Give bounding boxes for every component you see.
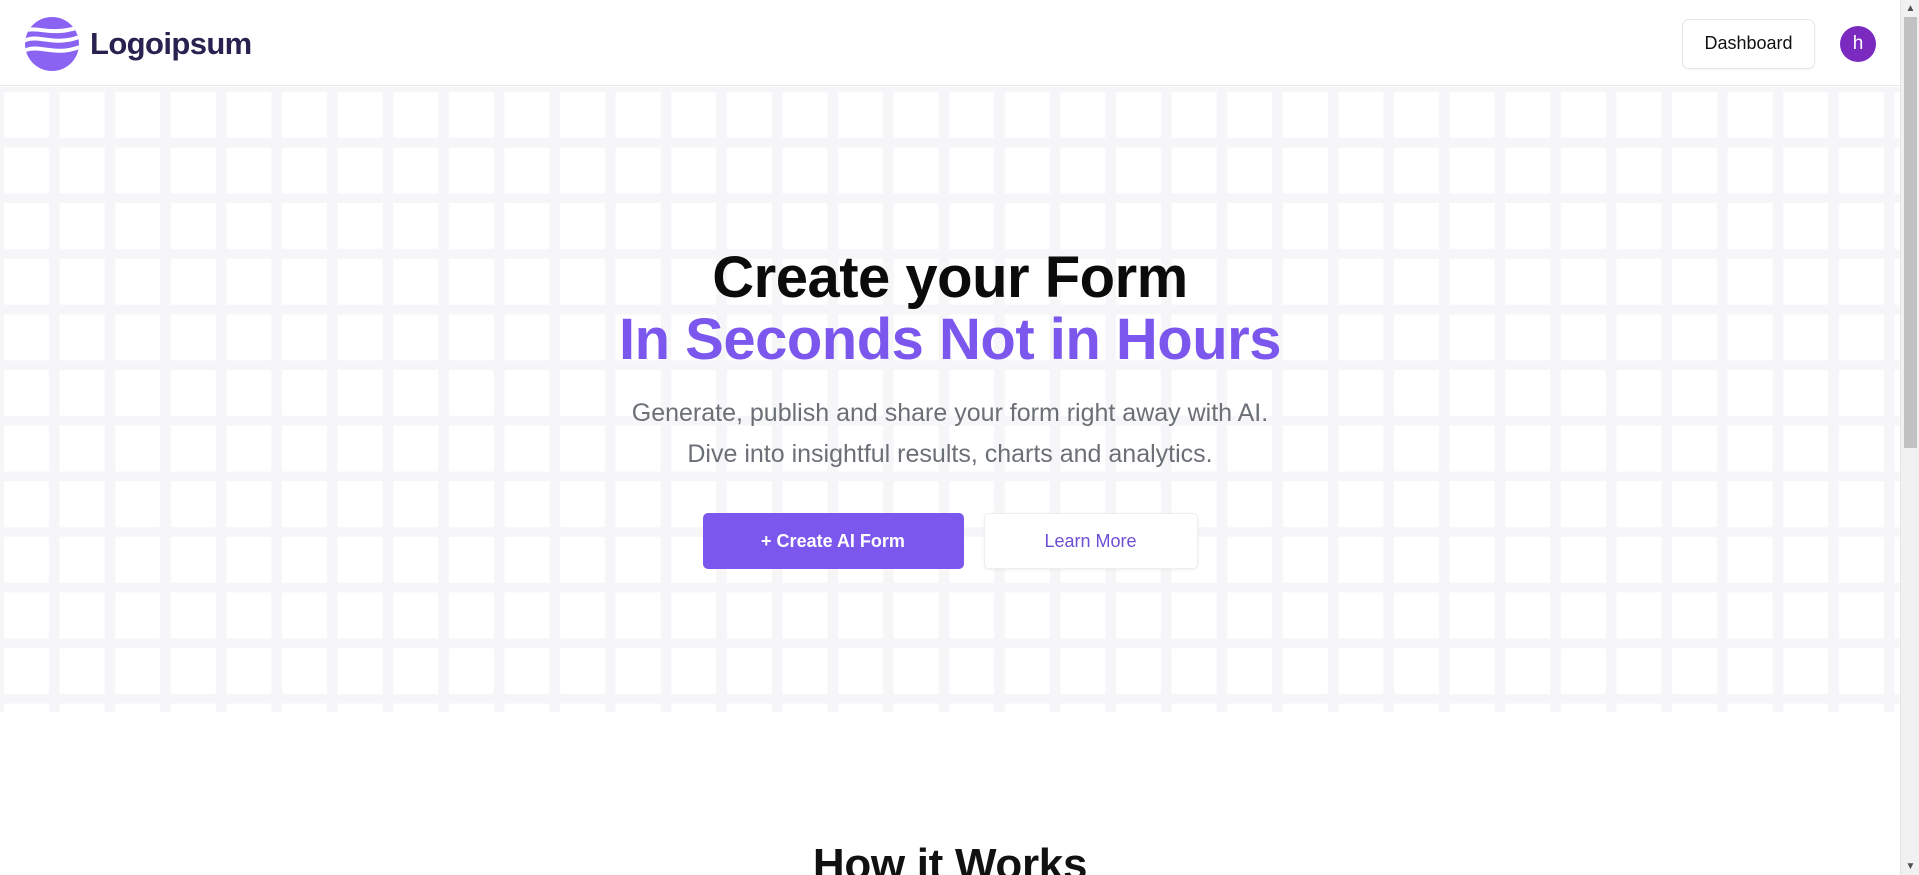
how-it-works-heading: How it Works (812, 840, 1088, 875)
header-actions: Dashboard h (1682, 18, 1876, 69)
dashboard-button[interactable]: Dashboard (1682, 18, 1815, 69)
hero-description: Generate, publish and share your form ri… (632, 393, 1268, 475)
hero-description-line1: Generate, publish and share your form ri… (631, 399, 1269, 427)
learn-more-button[interactable]: Learn More (983, 513, 1198, 569)
wave-logo-icon (25, 16, 79, 71)
hero-section: Create your Form In Seconds Not in Hours… (0, 87, 1900, 712)
hero-subtitle: In Seconds Not in Hours (619, 307, 1282, 372)
vertical-scrollbar[interactable]: ▲ ▼ (1900, 0, 1919, 875)
scroll-down-arrow-icon[interactable]: ▼ (1901, 858, 1919, 875)
scroll-up-arrow-icon[interactable]: ▲ (1901, 0, 1919, 17)
page: Logoipsum Dashboard h Create your Form I… (0, 0, 1900, 875)
site-header: Logoipsum Dashboard h (0, 2, 1900, 86)
brand-name: Logoipsum (90, 25, 252, 61)
user-avatar[interactable]: h (1840, 25, 1876, 62)
brand-logo-link[interactable]: Logoipsum (24, 16, 252, 72)
hero-title: Create your Form (712, 245, 1188, 310)
scrollbar-thumb[interactable] (1904, 17, 1917, 448)
hero-description-line2: Dive into insightful results, charts and… (687, 440, 1213, 468)
create-ai-form-button[interactable]: + Create AI Form (702, 513, 964, 569)
hero-actions: + Create AI Form Learn More (702, 513, 1198, 569)
hero-content: Create your Form In Seconds Not in Hours… (0, 87, 1900, 712)
